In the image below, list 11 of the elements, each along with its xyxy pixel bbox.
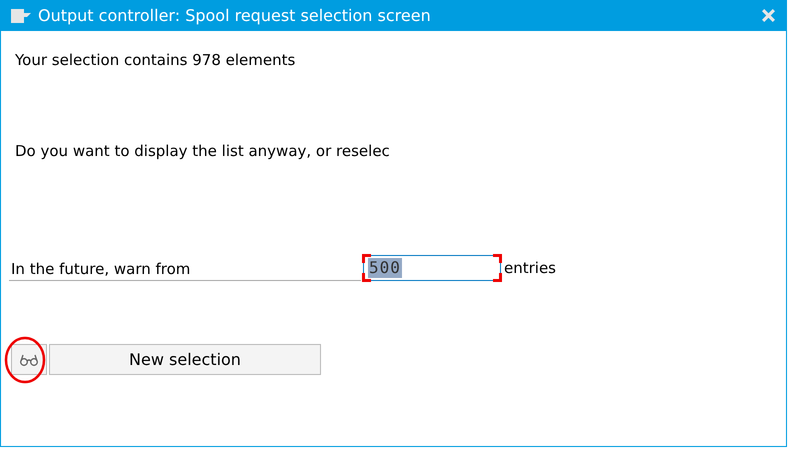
glasses-icon <box>19 354 39 366</box>
field-value: 500 <box>368 258 402 278</box>
field-label: In the future, warn from <box>9 258 361 281</box>
input-field[interactable]: 500 <box>363 255 501 281</box>
display-button[interactable] <box>11 344 47 375</box>
message-text: Your selection contains 978 elements <box>15 51 296 69</box>
window-title: Output controller: Spool request selection screen <box>38 6 432 25</box>
unit-label: entries <box>504 258 556 279</box>
annotation-circle <box>3 335 47 385</box>
new-selection-button[interactable]: New selection <box>49 344 321 375</box>
message-text: Do you want to display the list anyway, or reselec <box>15 142 390 160</box>
